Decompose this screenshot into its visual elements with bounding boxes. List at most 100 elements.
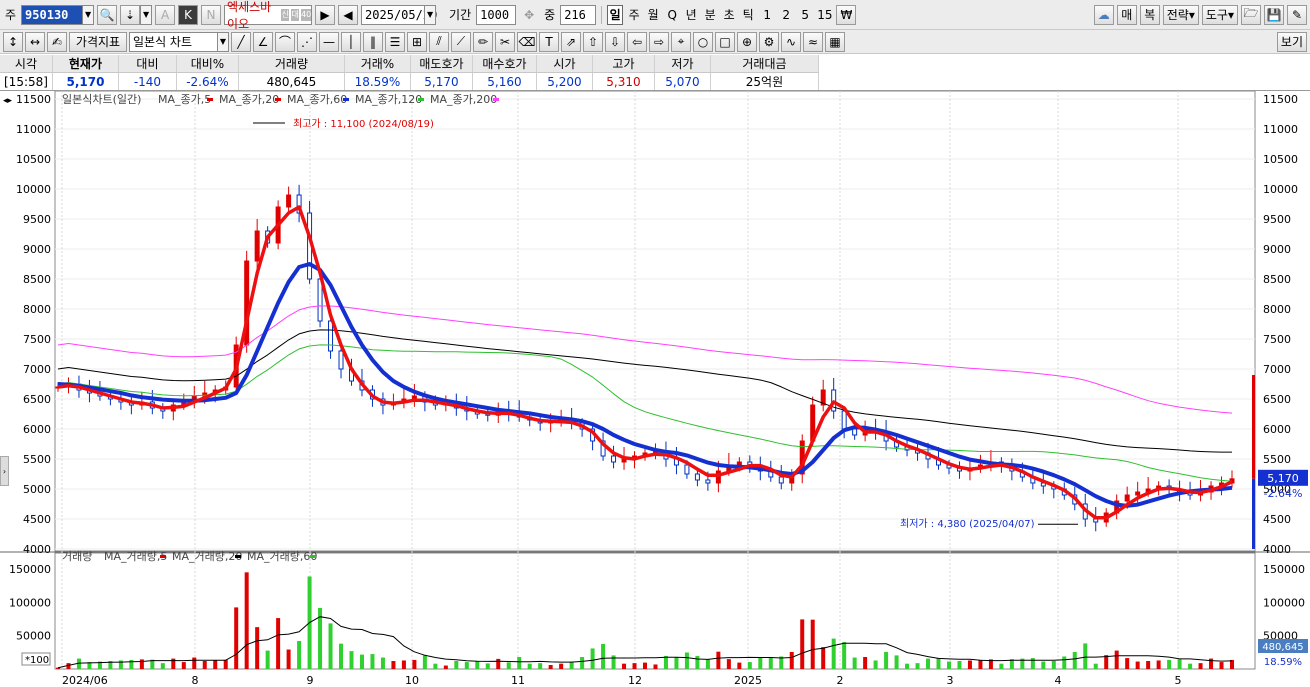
angle-tool-icon[interactable]: ∠ xyxy=(253,31,273,52)
volume-bar xyxy=(831,638,836,669)
strategy-button[interactable]: 전략 ▾ xyxy=(1162,4,1199,25)
low-annotation: 최저가 : 4,380 (2025/04/07) xyxy=(900,518,1035,530)
search-icon[interactable]: 🔍 xyxy=(97,4,118,25)
header-bid: 매수호가 xyxy=(472,55,537,73)
chart-type-select[interactable]: 일본식 차트 xyxy=(129,31,219,52)
vline-tool-icon[interactable]: │ xyxy=(341,31,361,52)
period-week[interactable]: 주 xyxy=(626,5,642,25)
eraser-icon[interactable]: ⌫ xyxy=(517,31,537,52)
x-tick-label: 2024/06 xyxy=(62,674,108,687)
arc-tool-icon[interactable]: ⌒ xyxy=(275,31,295,52)
fan-tool-icon[interactable]: ⋰ xyxy=(297,31,317,52)
volume-bar xyxy=(213,660,218,669)
volume-bar xyxy=(1104,655,1109,669)
volume-bar xyxy=(1135,661,1140,669)
line-tool-icon[interactable]: ╱ xyxy=(231,31,251,52)
date-dropdown[interactable]: ▼ xyxy=(424,4,437,25)
left-arrow-icon[interactable]: ⇦ xyxy=(627,31,647,52)
period-day[interactable]: 일 xyxy=(607,4,624,25)
expand-panel-handle[interactable]: › xyxy=(0,456,9,486)
candle-body xyxy=(1135,491,1141,496)
period-minute[interactable]: 분 xyxy=(702,5,718,25)
zigzag-icon[interactable]: ≈ xyxy=(803,31,823,52)
volume-bar xyxy=(464,662,469,669)
volume-bar xyxy=(391,661,396,669)
grid-icon[interactable]: ▦ xyxy=(825,31,845,52)
gann-tool-icon[interactable]: ⊞ xyxy=(407,31,427,52)
code-dropdown[interactable]: ▼ xyxy=(82,4,95,25)
down-arrow-icon[interactable]: ⇩ xyxy=(605,31,625,52)
period-1[interactable]: 1 xyxy=(759,5,775,25)
a-button[interactable]: A xyxy=(155,4,176,25)
period-5[interactable]: 5 xyxy=(797,5,813,25)
info2-icon[interactable]: 대 xyxy=(291,8,300,21)
play-next-icon[interactable]: ▶ xyxy=(315,4,336,25)
buy-button[interactable]: 매 xyxy=(1116,4,1137,25)
wave-icon[interactable]: ∿ xyxy=(781,31,801,52)
price-tick-right: 5500 xyxy=(1263,453,1291,466)
settings-icon[interactable]: ✎ xyxy=(1287,4,1307,25)
text-tool-icon[interactable]: T xyxy=(539,31,559,52)
arrow-left-right-icon[interactable]: ↔ xyxy=(25,31,45,52)
chart-type-dropdown[interactable]: ▼ xyxy=(217,31,229,52)
stock-code-input[interactable]: 950130 xyxy=(21,4,84,25)
sort-dropdown[interactable]: ▼ xyxy=(140,4,153,25)
tools-button[interactable]: 도구 ▾ xyxy=(1201,4,1238,25)
volume-legend-item: MA_거래량,5 xyxy=(104,550,167,563)
fibo-tool-icon[interactable]: ☰ xyxy=(385,31,405,52)
n-button[interactable]: N xyxy=(201,4,222,25)
period-tick[interactable]: 틱 xyxy=(740,5,756,25)
pen-tool-icon[interactable]: ✏ xyxy=(473,31,493,52)
x-tick-label: 3 xyxy=(947,674,954,687)
up-arrow-icon[interactable]: ⇧ xyxy=(583,31,603,52)
period-month[interactable]: 월 xyxy=(645,5,661,25)
won-icon[interactable]: ₩ xyxy=(836,4,857,25)
edit-icon[interactable]: ✍ xyxy=(47,31,67,52)
header-value: 거래대금 xyxy=(710,55,819,73)
period-15[interactable]: 15 xyxy=(816,5,833,25)
volume-bar xyxy=(695,655,700,669)
period-quarter[interactable]: Q xyxy=(664,5,680,25)
copy-button[interactable]: 복 xyxy=(1139,4,1160,25)
price-indicator-button[interactable]: 가격지표 xyxy=(69,31,127,52)
hline-tool-icon[interactable]: — xyxy=(319,31,339,52)
range-bar-down xyxy=(1252,478,1255,549)
view-button[interactable]: 보기 xyxy=(1276,31,1307,52)
volume-tick-left: 50000 xyxy=(16,630,51,643)
info-icon[interactable]: 신 xyxy=(281,8,290,21)
crosshair-icon[interactable]: ✥ xyxy=(519,5,539,25)
volume-bar xyxy=(276,618,281,669)
zoom-icon[interactable]: ⊕ xyxy=(737,31,757,52)
cloud-icon[interactable]: ☁ xyxy=(1093,4,1114,25)
chart-svg[interactable]: 11500 11500 11000 11000 10500 10500 10000 10000… xyxy=(0,90,1310,687)
volume-bar xyxy=(359,654,364,669)
channel-tool-icon[interactable]: ⫽ xyxy=(429,31,449,52)
volume-bar xyxy=(1125,658,1130,669)
cycle-tool-icon[interactable]: ‖ xyxy=(363,31,383,52)
folder-icon[interactable]: 🗁 xyxy=(1241,4,1261,25)
rect-tool-icon[interactable]: □ xyxy=(715,31,735,52)
volume-bar xyxy=(443,665,448,669)
arrow-box-icon[interactable]: ⇗ xyxy=(561,31,581,52)
scissors-tool-icon[interactable]: ✂ xyxy=(495,31,515,52)
period-year[interactable]: 년 xyxy=(683,5,699,25)
info3-icon[interactable]: 40 xyxy=(301,8,311,21)
sort-icon[interactable]: ⇣ xyxy=(120,4,141,25)
trend-tool-icon[interactable]: ⟋ xyxy=(451,31,471,52)
period-2[interactable]: 2 xyxy=(778,5,794,25)
right-arrow-icon[interactable]: ⇨ xyxy=(649,31,669,52)
gear-icon[interactable]: ⚙ xyxy=(759,31,779,52)
chart-area[interactable]: 11500 11500 11000 11000 10500 10500 10000 10000… xyxy=(0,90,1310,687)
circle-tool-icon[interactable]: ○ xyxy=(693,31,713,52)
play-prev-icon[interactable]: ◀ xyxy=(338,4,359,25)
date-input[interactable]: 2025/05/20 xyxy=(361,4,437,25)
price-tick-left: 5500 xyxy=(23,453,51,466)
target-icon[interactable]: ⌖ xyxy=(671,31,691,52)
count-input[interactable]: 216 xyxy=(560,4,597,25)
save-icon[interactable]: 💾 xyxy=(1264,4,1284,25)
period-second[interactable]: 초 xyxy=(721,5,737,25)
period-input[interactable]: 1000 xyxy=(476,4,517,25)
volume-bar xyxy=(370,654,375,669)
k-button[interactable]: K xyxy=(178,4,199,25)
arrow-up-down-icon[interactable]: ↕ xyxy=(3,31,23,52)
